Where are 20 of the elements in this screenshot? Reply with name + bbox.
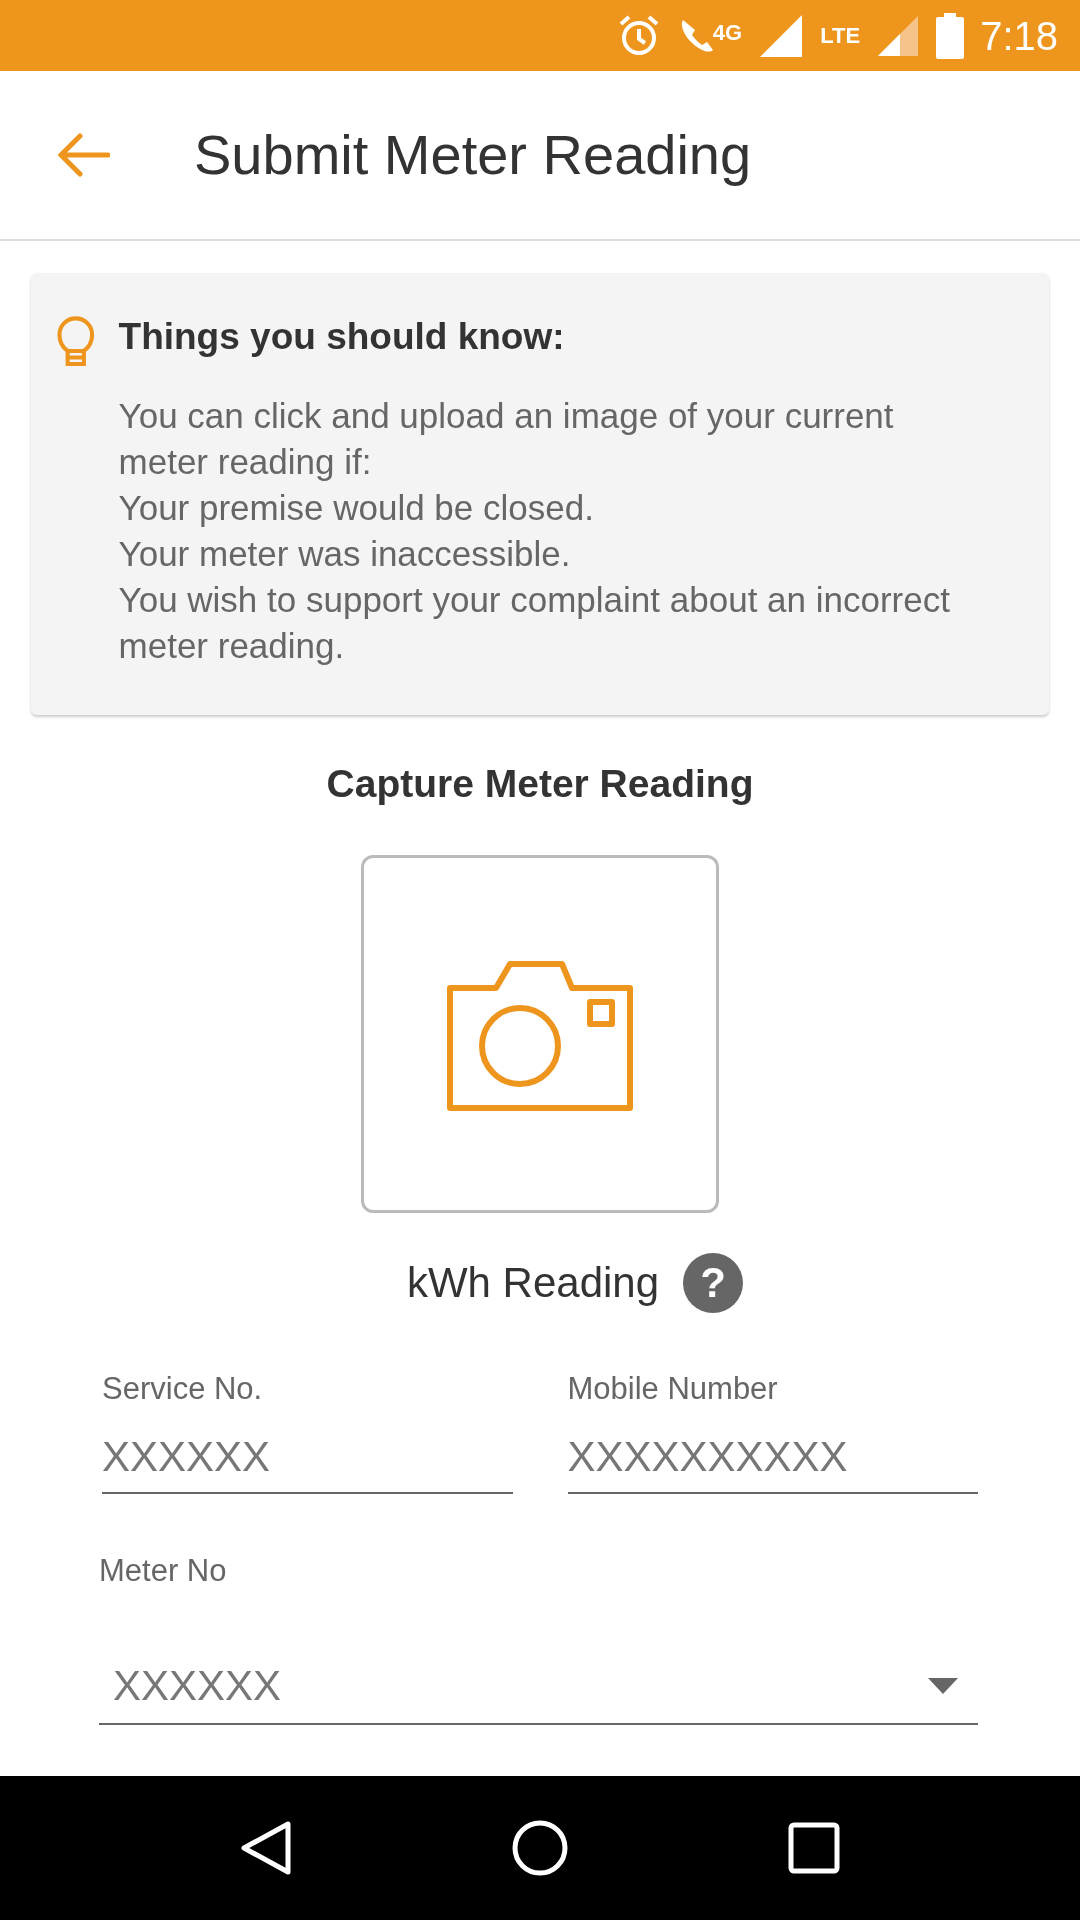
battery-icon (936, 12, 965, 59)
screen-title: Submit Meter Reading (194, 122, 752, 188)
home-icon[interactable] (511, 1819, 569, 1877)
field-label: Mobile Number (567, 1370, 779, 1408)
recents-icon[interactable] (788, 1822, 841, 1874)
back-icon[interactable] (239, 1820, 292, 1876)
section-heading: Capture Meter Reading (326, 760, 754, 807)
network-label: 4G (712, 18, 743, 47)
input-field[interactable]: XXXXXXXXXX (567, 1412, 978, 1494)
info-text: You can click and upload an image of your current meter reading if: Your premise would be closed. Your meter was inaccessible. You wish to support your complaint about an incorrect meter reading. (118, 394, 951, 667)
dropdown-caret-icon (928, 1677, 958, 1694)
reading-label: kWh Reading (406, 1258, 660, 1308)
field-label: Meter No (99, 1551, 228, 1590)
status-time: 7:18 (980, 12, 1058, 60)
input-field[interactable]: XXXXXX (102, 1412, 513, 1494)
field-label: Service No. (102, 1370, 264, 1408)
info-heading: Things you should know: (118, 315, 566, 359)
dropdown-field[interactable]: XXXXXX (99, 1654, 978, 1725)
lte-label: LTE (820, 22, 861, 50)
help-button[interactable]: ? (683, 1252, 744, 1313)
